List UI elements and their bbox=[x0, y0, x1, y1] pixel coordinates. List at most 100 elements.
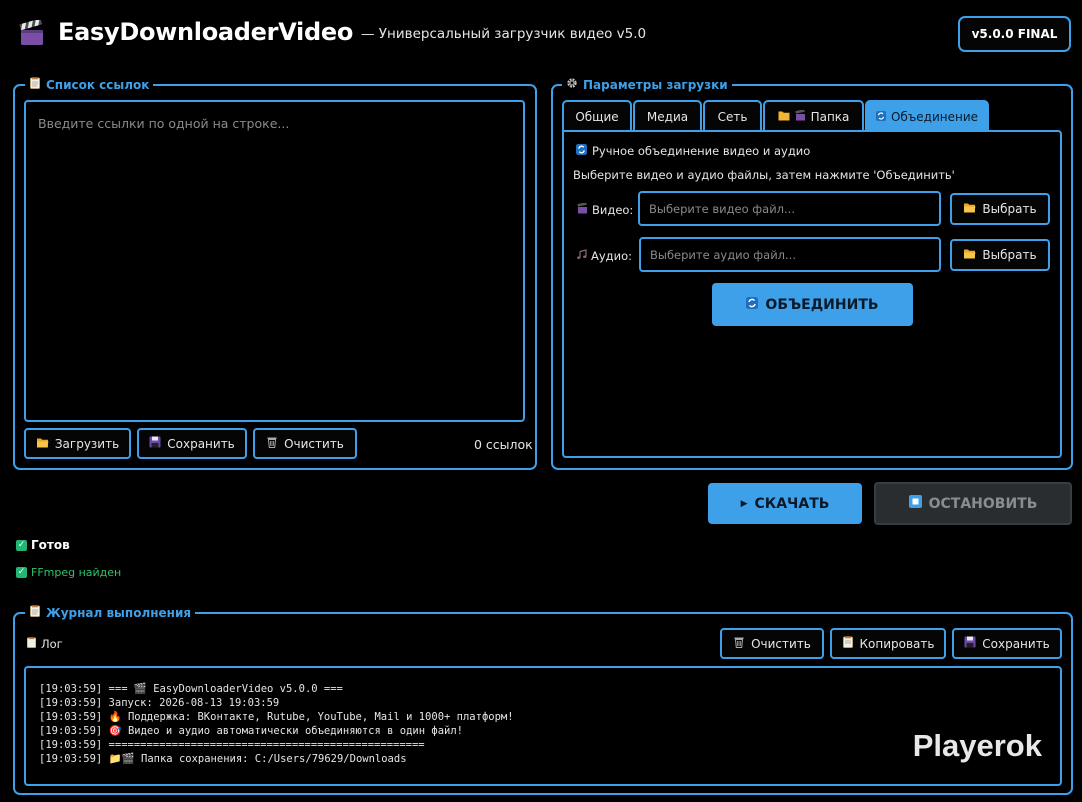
check-icon: ✓ bbox=[16, 539, 27, 551]
notepad-icon bbox=[29, 77, 41, 92]
floppy-disk-icon bbox=[964, 636, 976, 651]
tab-folder[interactable]: Папка bbox=[763, 100, 864, 131]
stop-icon bbox=[908, 495, 922, 512]
save-log-label: Сохранить bbox=[982, 636, 1050, 651]
choose-audio-button[interactable]: Выбрать bbox=[950, 239, 1050, 271]
links-count: 0 ссылок bbox=[474, 437, 533, 452]
tab-merge-label: Объединение bbox=[890, 109, 979, 124]
merge-button[interactable]: ОБЪЕДИНИТЬ bbox=[712, 283, 913, 326]
folder-open-icon bbox=[963, 202, 976, 216]
app-title: EasyDownloaderVideo bbox=[58, 18, 354, 46]
log-output[interactable]: [19:03:59] === 🎬 EasyDownloaderVideo v5.… bbox=[24, 666, 1062, 786]
params-group-title: Параметры загрузки bbox=[562, 77, 732, 92]
log-time: [19:03:59] bbox=[39, 753, 103, 765]
merge-heading: Ручное объединение видео и аудио bbox=[576, 144, 810, 158]
clear-links-label: Очистить bbox=[284, 436, 344, 451]
folder-open-icon bbox=[963, 248, 976, 262]
save-links-label: Сохранить bbox=[167, 436, 235, 451]
log-time: [19:03:59] bbox=[39, 739, 103, 751]
video-label: Видео: bbox=[577, 202, 634, 217]
tab-media[interactable]: Медиа bbox=[633, 100, 702, 131]
log-time: [19:03:59] bbox=[39, 725, 103, 737]
music-note-icon bbox=[576, 249, 587, 263]
load-links-label: Загрузить bbox=[54, 436, 120, 451]
stop-button[interactable]: ОСТАНОВИТЬ bbox=[874, 482, 1072, 525]
trash-icon bbox=[733, 636, 745, 651]
choose-audio-label: Выбрать bbox=[982, 248, 1037, 262]
download-button-label: СКАЧАТЬ bbox=[754, 495, 830, 512]
audio-file-placeholder: Выберите аудио файл... bbox=[650, 247, 796, 262]
log-text: ========================================… bbox=[108, 739, 425, 751]
log-label-text: Лог bbox=[41, 637, 63, 651]
audio-label: Аудио: bbox=[576, 249, 632, 263]
log-time: [19:03:59] bbox=[39, 697, 103, 709]
log-group-title: Журнал выполнения bbox=[25, 605, 196, 620]
choose-video-label: Выбрать bbox=[982, 202, 1037, 216]
log-group-label: Журнал выполнения bbox=[46, 605, 192, 620]
folder-icon bbox=[778, 110, 790, 124]
play-icon: ▶ bbox=[740, 498, 748, 509]
audio-label-text: Аудио: bbox=[591, 249, 633, 263]
trash-icon bbox=[266, 436, 278, 451]
log-line: [19:03:59] 🔥 Поддержка: ВКонтакте, Rutub… bbox=[39, 710, 1060, 724]
clapperboard-icon bbox=[794, 108, 806, 124]
copy-log-button[interactable]: Копировать bbox=[830, 628, 946, 659]
notepad-icon bbox=[26, 637, 37, 651]
video-label-text: Видео: bbox=[592, 203, 634, 217]
log-time: [19:03:59] bbox=[39, 711, 103, 723]
clear-links-button[interactable]: Очистить bbox=[253, 428, 357, 459]
merge-icon bbox=[576, 144, 587, 158]
merge-heading-text: Ручное объединение видео и аудио bbox=[592, 144, 811, 158]
clear-log-button[interactable]: Очистить bbox=[720, 628, 824, 659]
floppy-disk-icon bbox=[149, 436, 161, 451]
app-subtitle: — Универсальный загрузчик видео v5.0 bbox=[361, 26, 647, 42]
video-file-input[interactable]: Выберите видео файл... bbox=[638, 191, 941, 226]
merge-icon bbox=[875, 110, 886, 124]
copy-log-label: Копировать bbox=[859, 636, 935, 651]
merge-instruction: Выберите видео и аудио файлы, затем нажм… bbox=[573, 168, 955, 182]
watermark: Playerok bbox=[912, 728, 1042, 763]
tab-network-label: Сеть bbox=[717, 109, 748, 124]
folder-open-icon bbox=[36, 437, 49, 451]
audio-file-input[interactable]: Выберите аудио файл... bbox=[639, 237, 941, 272]
tab-media-label: Медиа bbox=[646, 109, 689, 124]
links-group-label: Список ссылок bbox=[46, 77, 150, 92]
gear-icon bbox=[566, 77, 578, 92]
clear-log-label: Очистить bbox=[751, 636, 811, 651]
stop-button-label: ОСТАНОВИТЬ bbox=[928, 495, 1038, 512]
download-button[interactable]: ▶ СКАЧАТЬ bbox=[708, 483, 862, 524]
links-textarea[interactable]: Введите ссылки по одной на строке... bbox=[24, 100, 525, 422]
log-line: [19:03:59] 📁🎬 Папка сохранения: C:/Users… bbox=[39, 752, 1060, 766]
tab-merge[interactable]: Объединение bbox=[865, 100, 989, 131]
log-text: 🔥 Поддержка: ВКонтакте, Rutube, YouTube,… bbox=[108, 711, 514, 723]
links-group-title: Список ссылок bbox=[25, 77, 154, 92]
log-line: [19:03:59] 🎯 Видео и аудио автоматически… bbox=[39, 724, 1060, 738]
save-links-button[interactable]: Сохранить bbox=[137, 428, 247, 459]
status-ffmpeg-text: FFmpeg найден bbox=[31, 566, 122, 579]
load-links-button[interactable]: Загрузить bbox=[24, 428, 131, 459]
log-text: 🎯 Видео и аудио автоматически объединяют… bbox=[108, 725, 463, 737]
log-text: === 🎬 EasyDownloaderVideo v5.0.0 === bbox=[108, 683, 343, 695]
links-placeholder: Введите ссылки по одной на строке... bbox=[38, 116, 290, 131]
tab-folder-label: Папка bbox=[810, 109, 850, 124]
check-icon: ✓ bbox=[16, 567, 27, 578]
clapperboard-icon bbox=[18, 18, 46, 48]
params-group-label: Параметры загрузки bbox=[583, 77, 728, 92]
log-line: [19:03:59] Запуск: 2026-08-13 19:03:59 bbox=[39, 696, 1060, 710]
save-log-button[interactable]: Сохранить bbox=[952, 628, 1062, 659]
log-label: Лог bbox=[26, 637, 63, 651]
log-line: [19:03:59] =============================… bbox=[39, 738, 1060, 752]
video-file-placeholder: Выберите видео файл... bbox=[649, 201, 795, 216]
log-text: 📁🎬 Папка сохранения: C:/Users/79629/Down… bbox=[108, 753, 407, 765]
tab-general[interactable]: Общие bbox=[562, 100, 632, 131]
tab-network[interactable]: Сеть bbox=[703, 100, 762, 131]
status-ready-text: Готов bbox=[31, 538, 70, 552]
notepad-icon bbox=[29, 605, 41, 620]
log-line: [19:03:59] === 🎬 EasyDownloaderVideo v5.… bbox=[39, 682, 1060, 696]
status-ready: ✓ Готов bbox=[16, 538, 70, 552]
version-badge: v5.0.0 FINAL bbox=[958, 16, 1071, 52]
status-ffmpeg: ✓ FFmpeg найден bbox=[16, 566, 121, 579]
choose-video-button[interactable]: Выбрать bbox=[950, 193, 1050, 225]
merge-button-label: ОБЪЕДИНИТЬ bbox=[765, 296, 879, 313]
notepad-icon bbox=[842, 636, 854, 651]
